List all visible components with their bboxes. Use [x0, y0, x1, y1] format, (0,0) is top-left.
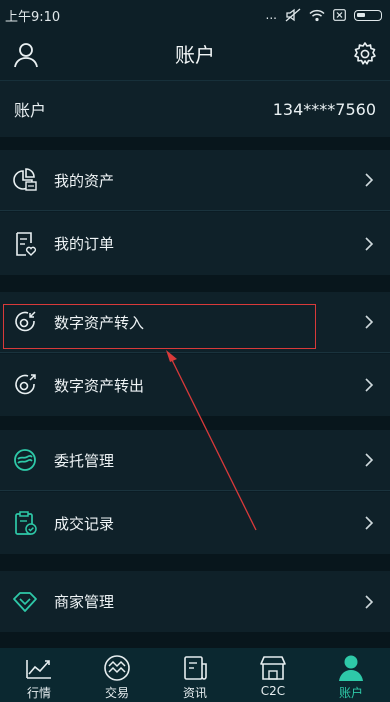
clipboard-check-icon — [15, 511, 37, 535]
status-dots: ... — [265, 8, 277, 22]
gear-icon[interactable] — [352, 41, 378, 67]
section-divider — [0, 554, 390, 571]
chevron-right-icon — [365, 453, 374, 467]
trade-icon — [104, 655, 130, 681]
menu-label: 我的订单 — [54, 235, 115, 253]
pie-chart-icon — [13, 168, 37, 191]
transfer-in-icon — [15, 311, 36, 332]
tab-label: 账户 — [338, 686, 363, 700]
tab-c2c[interactable]: C2C — [234, 648, 312, 702]
account-row: 账户 134****7560 — [0, 81, 390, 137]
account-label: 账户 — [14, 101, 47, 120]
chevron-right-icon — [365, 236, 374, 251]
menu-label: 商家管理 — [54, 593, 115, 611]
news-icon — [184, 656, 207, 680]
section-divider — [0, 632, 390, 648]
account-number: 134****7560 — [272, 99, 376, 119]
sim-icon — [333, 9, 346, 21]
mute-icon — [285, 8, 301, 22]
menu-item-merchant-management[interactable]: 商家管理 — [0, 571, 390, 632]
chevron-right-icon — [365, 315, 374, 329]
menu-item-trade-records[interactable]: 成交记录 — [0, 492, 390, 554]
shop-icon — [260, 656, 286, 680]
chevron-right-icon — [365, 378, 374, 392]
chevron-right-icon — [365, 173, 374, 187]
delegate-icon — [14, 449, 36, 471]
menu-label: 数字资产转入 — [54, 313, 145, 332]
tab-label: 行情 — [26, 686, 51, 700]
chevron-right-icon — [365, 594, 374, 609]
menu-label: 我的资产 — [54, 171, 115, 190]
menu-item-my-assets[interactable]: 我的资产 — [0, 150, 390, 211]
menu-label: 数字资产转出 — [54, 376, 145, 395]
section-divider — [0, 416, 390, 430]
tab-trade[interactable]: 交易 — [78, 648, 156, 702]
tab-label: 交易 — [104, 686, 129, 700]
status-bar: 上午9:10 ... — [0, 0, 390, 30]
header: 账户 — [0, 30, 390, 81]
menu-item-delegate-management[interactable]: 委托管理 — [0, 430, 390, 491]
menu-label: 成交记录 — [54, 514, 115, 533]
menu-item-my-orders[interactable]: 我的订单 — [0, 212, 390, 275]
status-icons: ... — [266, 8, 382, 22]
menu-label: 委托管理 — [54, 451, 115, 470]
section-divider — [0, 137, 390, 150]
chart-icon — [26, 660, 51, 679]
tab-account[interactable]: 账户 — [312, 648, 390, 702]
tab-bar: 行情 交易 资讯 C2C 账户 — [0, 648, 390, 702]
status-time: 上午9:10 — [5, 9, 61, 25]
order-list-icon — [16, 231, 37, 256]
user-icon — [339, 655, 363, 681]
section-divider — [0, 275, 390, 292]
page-title: 账户 — [175, 43, 215, 67]
tab-label: 资讯 — [182, 686, 207, 700]
battery-icon — [354, 9, 382, 21]
transfer-out-icon — [15, 374, 36, 395]
wifi-icon — [309, 9, 325, 21]
chevron-right-icon — [365, 516, 374, 530]
menu-item-asset-transfer-out[interactable]: 数字资产转出 — [0, 354, 390, 416]
diamond-icon — [13, 591, 37, 612]
tab-news[interactable]: 资讯 — [156, 648, 234, 702]
menu-item-asset-transfer-in[interactable]: 数字资产转入 — [0, 292, 390, 353]
tab-market[interactable]: 行情 — [0, 648, 78, 702]
tab-label: C2C — [260, 684, 286, 698]
